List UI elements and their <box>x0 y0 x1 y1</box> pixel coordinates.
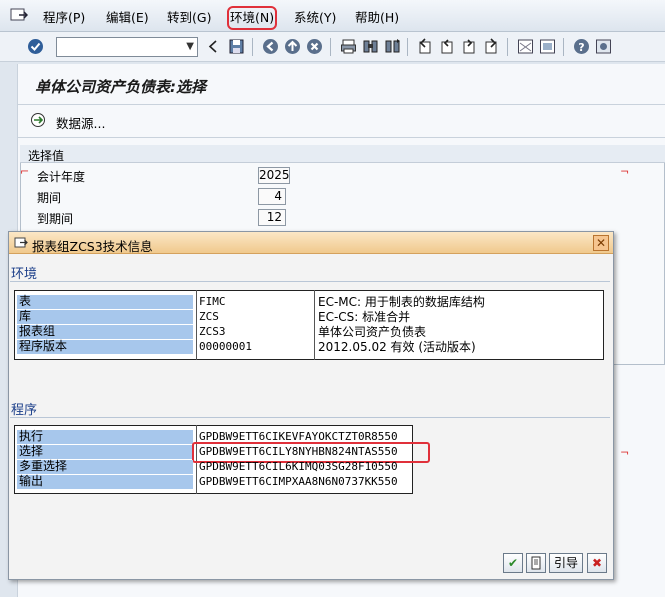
prog-label-multi-selection: 多重选择 <box>17 460 193 474</box>
find-icon[interactable] <box>362 38 379 55</box>
env-desc-table: EC-MC: 用于制表的数据库结构 <box>318 295 485 309</box>
find-next-icon[interactable] <box>384 38 401 55</box>
datasource-button[interactable]: 数据源... <box>56 113 105 132</box>
menu-system[interactable]: 系统(Y) <box>294 9 336 27</box>
print-button[interactable] <box>526 553 546 573</box>
cancel-icon[interactable] <box>306 38 323 55</box>
corner-mark: ¬ <box>620 165 630 178</box>
to-period-input[interactable]: 12 <box>258 209 286 226</box>
system-menu-icon[interactable] <box>10 7 29 23</box>
toolbar-separator <box>330 38 331 56</box>
toolbar-separator <box>252 38 253 56</box>
prog-label-execute: 执行 <box>17 430 193 444</box>
first-page-icon[interactable] <box>417 38 434 55</box>
next-page-icon[interactable] <box>461 38 478 55</box>
section-divider <box>10 417 610 418</box>
cancel-button[interactable]: ✖ <box>587 553 607 573</box>
period-input[interactable]: 4 <box>258 188 286 205</box>
table-divider <box>314 290 315 360</box>
help-icon[interactable]: ? <box>573 38 590 55</box>
datasource-icon[interactable] <box>30 112 46 131</box>
divider <box>17 104 665 105</box>
to-period-label: 到期间 <box>37 212 74 226</box>
env-desc-report-group: 单体公司资产负债表 <box>318 325 427 339</box>
env-label-report-group: 报表组 <box>17 325 193 339</box>
page-title: 单体公司资产负债表:选择 <box>35 78 206 96</box>
toolbar-separator <box>563 38 564 56</box>
divider <box>17 137 665 138</box>
corner-mark: ⌐ <box>20 165 30 178</box>
environment-section-title: 环境 <box>11 267 38 282</box>
env-value-table: FIMC <box>199 295 226 308</box>
env-label-library: 库 <box>17 310 193 324</box>
customize-icon[interactable] <box>595 38 612 55</box>
period-label: 期间 <box>37 191 62 205</box>
new-session-icon[interactable] <box>517 38 534 55</box>
last-page-icon[interactable] <box>483 38 500 55</box>
corner-mark: ¬ <box>620 446 630 459</box>
print-icon <box>531 556 541 570</box>
shortcut-icon[interactable] <box>539 38 556 55</box>
menu-edit[interactable]: 编辑(E) <box>106 9 149 27</box>
prog-value-multi-selection: GPDBW9ETT6CIL6KIMQ03SG28F10550 <box>199 460 398 473</box>
command-field[interactable]: ▼ <box>56 37 198 57</box>
ok-button[interactable]: ✔ <box>503 553 523 573</box>
technical-info-dialog <box>8 231 614 580</box>
fiscal-year-label: 会计年度 <box>37 170 86 184</box>
prog-value-output: GPDBW9ETT6CIMPXAA8N6N0737KK550 <box>199 475 398 488</box>
section-divider <box>10 281 610 282</box>
env-desc-library: EC-CS: 标准合并 <box>318 310 411 324</box>
exit-icon[interactable] <box>284 38 301 55</box>
chevron-down-icon[interactable]: ▼ <box>186 41 194 52</box>
where-used-button[interactable]: 引导 <box>549 553 583 573</box>
toolbar-separator <box>407 38 408 56</box>
menu-program[interactable]: 程序(P) <box>43 9 85 27</box>
enter-icon[interactable] <box>27 38 44 55</box>
prog-label-selection: 选择 <box>17 445 193 459</box>
program-section-title: 程序 <box>11 403 38 418</box>
selection-group-label: 选择值 <box>28 149 65 163</box>
env-value-program-version: 00000001 <box>199 340 252 353</box>
fiscal-year-input[interactable]: 2025 <box>258 167 290 184</box>
toolbar-separator <box>507 38 508 56</box>
svg-text:?: ? <box>578 41 584 54</box>
env-label-program-version: 程序版本 <box>17 340 193 354</box>
dialog-window-icon <box>14 236 28 253</box>
menu-environment[interactable]: 环境(N) <box>226 6 278 30</box>
env-value-report-group: ZCS3 <box>199 325 226 338</box>
env-label-table: 表 <box>17 295 193 309</box>
prog-label-output: 输出 <box>17 475 193 489</box>
table-divider <box>196 290 197 360</box>
selection-group-header <box>20 145 665 163</box>
menu-help[interactable]: 帮助(H) <box>355 9 399 27</box>
back-icon[interactable] <box>207 38 224 55</box>
env-value-library: ZCS <box>199 310 219 323</box>
dialog-title: 报表组ZCS3技术信息 <box>32 239 153 254</box>
env-desc-program-version: 2012.05.02 有效 (活动版本) <box>318 340 476 354</box>
previous-page-icon[interactable] <box>439 38 456 55</box>
back-arrow-icon[interactable] <box>262 38 279 55</box>
print-icon[interactable] <box>340 38 357 55</box>
menu-goto[interactable]: 转到(G) <box>167 9 211 27</box>
save-icon[interactable] <box>228 38 245 55</box>
close-icon[interactable]: ✕ <box>593 235 609 251</box>
